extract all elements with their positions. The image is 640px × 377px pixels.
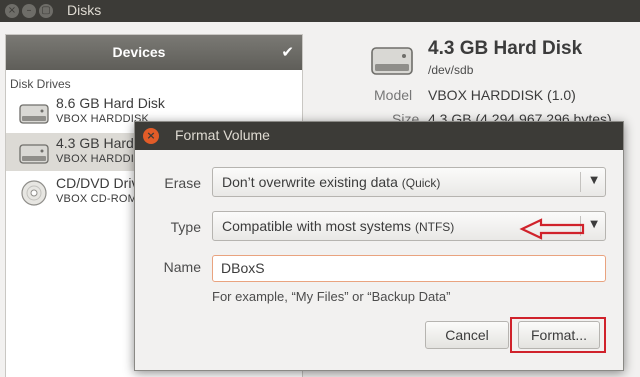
cancel-button[interactable]: Cancel (425, 321, 509, 349)
erase-value-sub: (Quick) (401, 176, 441, 190)
erase-value-text: Don’t overwrite existing data (222, 174, 398, 190)
window-maximize-button[interactable]: ▢ (39, 4, 53, 18)
window-minimize-button[interactable]: – (22, 4, 36, 18)
type-value-sub: (NTFS) (414, 220, 455, 234)
device-title: 4.3 GB Hard Disk (428, 38, 583, 59)
device-path: /dev/sdb (428, 63, 474, 77)
dialog-close-button[interactable]: × (143, 128, 159, 144)
window-title: Disks (67, 2, 102, 18)
section-label-disk-drives: Disk Drives (10, 77, 71, 91)
close-icon: × (7, 5, 17, 16)
name-hint: For example, “My Files” or “Backup Data” (212, 289, 451, 304)
format-button-highlight (510, 317, 606, 353)
erase-label: Erase (164, 175, 201, 191)
dialog-titlebar: × Format Volume (135, 122, 623, 150)
type-label: Type (170, 219, 201, 235)
hard-disk-icon (19, 144, 49, 164)
dialog-title: Format Volume (175, 127, 270, 143)
type-selected-value: Compatible with most systems (NTFS) (222, 218, 454, 234)
name-label: Name (163, 259, 201, 275)
chevron-down-icon: ▼ (590, 175, 598, 186)
model-value: VBOX HARDDISK (1.0) (428, 87, 576, 103)
volume-name-input[interactable]: DBoxS (212, 255, 606, 282)
chevron-down-icon: ▼ (590, 219, 598, 230)
close-icon: × (146, 129, 156, 142)
sidebar-header: Devices ✔ (6, 35, 302, 70)
type-value-text: Compatible with most systems (222, 218, 412, 234)
model-label: Model (374, 87, 413, 103)
sidebar-title: Devices (112, 44, 166, 60)
maximize-icon: ▢ (41, 5, 51, 16)
combo-separator (580, 172, 581, 192)
hard-disk-icon (371, 47, 413, 75)
drive-model: VBOX CD-ROM (56, 193, 138, 205)
format-volume-dialog: × Format Volume Erase Don’t overwrite ex… (134, 121, 624, 371)
check-icon[interactable]: ✔ (281, 43, 294, 61)
hard-disk-icon (19, 104, 49, 124)
window-close-button[interactable]: × (5, 4, 19, 18)
minimize-icon: – (26, 5, 32, 16)
erase-combobox[interactable]: Don’t overwrite existing data (Quick) ▼ (212, 167, 606, 197)
erase-selected-value: Don’t overwrite existing data (Quick) (222, 174, 440, 190)
optical-disc-icon (21, 180, 47, 206)
red-arrow-annotation-icon (519, 218, 585, 240)
window-titlebar: × – ▢ Disks (0, 0, 640, 22)
drive-name: 8.6 GB Hard Disk (56, 95, 165, 111)
drive-name: CD/DVD Drive (56, 175, 147, 191)
